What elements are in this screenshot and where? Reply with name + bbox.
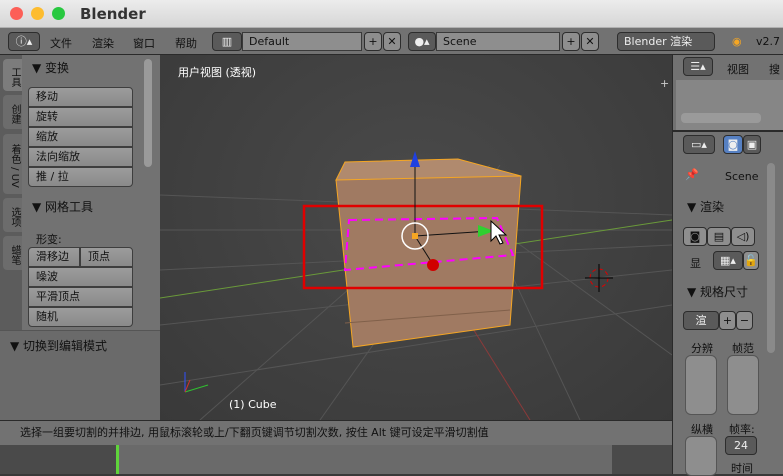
frame-range-label: 帧范: [732, 342, 754, 355]
toggle-edit-mode-header[interactable]: ▼ 切换到编辑模式: [10, 337, 107, 354]
tab-options[interactable]: 选项: [3, 198, 22, 232]
scene-breadcrumb: Scene: [725, 170, 759, 183]
move-button[interactable]: 移动: [28, 87, 133, 107]
tab-grease-pencil[interactable]: 蜡笔: [3, 236, 22, 270]
active-object-label: (1) Cube: [229, 398, 277, 411]
window-title: Blender: [80, 5, 146, 23]
render-layers-tab[interactable]: ▣: [743, 135, 761, 154]
layout-select[interactable]: Default: [242, 32, 362, 51]
aspect-label: 纵横: [691, 423, 713, 436]
rotate-button[interactable]: 旋转: [28, 107, 133, 127]
render-engine-select[interactable]: Blender 渲染: [617, 32, 715, 51]
tab-create[interactable]: 创建: [3, 95, 22, 129]
blender-logo-icon: ◉: [732, 35, 742, 48]
menu-file[interactable]: 文件: [50, 35, 72, 51]
frame-rate-label: 帧率:: [729, 423, 755, 436]
3d-viewport[interactable]: 用户视图 (透视) (1) Cube +: [159, 55, 673, 421]
audio-button[interactable]: ◁): [731, 227, 755, 246]
viewport-scene: [159, 151, 673, 421]
outliner-h-scrollbar[interactable]: [681, 113, 761, 123]
menu-render[interactable]: 渲染: [92, 35, 114, 51]
render-animation-button[interactable]: ▤: [707, 227, 731, 246]
tab-tools[interactable]: 工具: [3, 59, 22, 91]
edge-slide-button[interactable]: 滑移边: [28, 247, 80, 267]
pin-icon[interactable]: 📌: [685, 168, 699, 181]
axis-gizmo-icon: [184, 372, 209, 393]
randomize-button[interactable]: 随机: [28, 307, 133, 327]
status-bar: 选择一组要切割的并排边, 用鼠标滚轮或上/下翻页键调节切割次数, 按住 Alt …: [0, 420, 672, 445]
noise-button[interactable]: 噪波: [28, 267, 133, 287]
scene-icon[interactable]: ●▴: [408, 32, 436, 51]
display-select[interactable]: ▦▴: [713, 251, 743, 270]
aspect-fields[interactable]: [685, 436, 717, 476]
lock-interface-button[interactable]: 🔓: [743, 251, 759, 270]
tool-shelf-scrollbar[interactable]: [144, 59, 152, 167]
info-editor-type-button[interactable]: ⓘ▴: [8, 32, 40, 51]
frame-rate-select[interactable]: 24: [725, 436, 757, 455]
timeline[interactable]: [0, 445, 672, 474]
menu-bar: ⓘ▴ 文件 渲染 窗口 帮助 ▥ Default + ✕ ●▴ Scene + …: [0, 28, 783, 55]
layout-icon[interactable]: ▥: [212, 32, 242, 51]
scale-button[interactable]: 缩放: [28, 127, 133, 147]
outliner-search-menu[interactable]: 搜: [769, 61, 780, 77]
render-panel-header[interactable]: ▼ 渲染: [687, 198, 724, 215]
scene-select[interactable]: Scene: [436, 32, 560, 51]
right-panels: ☰▴ 视图 搜 ▭▴ ◙ ▣ 📌 Scene ▼ 渲染 ◙ ▤ ◁) 显 ▦▴ …: [672, 55, 783, 476]
presets-select[interactable]: 渲: [683, 311, 719, 330]
properties-editor-type-button[interactable]: ▭▴: [683, 135, 715, 154]
current-frame-marker[interactable]: [116, 445, 119, 474]
add-layout-button[interactable]: +: [364, 32, 382, 51]
view-label: 用户视图 (透视): [178, 66, 257, 79]
properties-scrollbar[interactable]: [767, 163, 775, 353]
vertex-slide-button[interactable]: 顶点: [80, 247, 133, 267]
render-image-button[interactable]: ◙: [683, 227, 707, 246]
version-label: v2.7: [756, 35, 781, 48]
deform-label: 形变:: [36, 233, 62, 246]
y-handle: [427, 259, 439, 271]
dimensions-panel-header[interactable]: ▼ 规格尺寸: [687, 283, 748, 300]
tab-shading-uv[interactable]: 着色 / UV: [3, 134, 22, 194]
zoom-button[interactable]: [52, 7, 65, 20]
tool-shelf: ▼ 变换 移动 旋转 缩放 法向缩放 推 / 拉 ▼ 网格工具 形变: 滑移边 …: [0, 55, 160, 420]
render-context-tab[interactable]: ◙: [723, 135, 743, 154]
close-button[interactable]: [10, 7, 23, 20]
push-pull-button[interactable]: 推 / 拉: [28, 167, 133, 187]
display-label: 显: [690, 257, 701, 270]
minimize-button[interactable]: [31, 7, 44, 20]
shrink-fatten-button[interactable]: 法向缩放: [28, 147, 133, 167]
z-arrow: [410, 151, 420, 167]
outliner-view-menu[interactable]: 视图: [727, 61, 749, 77]
transform-panel-header[interactable]: ▼ 变换: [32, 59, 69, 76]
mesh-tools-panel-header[interactable]: ▼ 网格工具: [32, 198, 93, 215]
add-region-icon[interactable]: +: [660, 77, 669, 90]
menu-window[interactable]: 窗口: [133, 35, 155, 51]
frame-range-fields[interactable]: [727, 355, 759, 415]
resolution-label: 分辨: [691, 342, 713, 355]
resolution-fields[interactable]: [685, 355, 717, 415]
title-bar: Blender: [0, 0, 783, 28]
outliner-editor-type-button[interactable]: ☰▴: [683, 57, 713, 76]
add-scene-button[interactable]: +: [562, 32, 580, 51]
add-preset-button[interactable]: +: [719, 311, 736, 330]
remove-scene-button[interactable]: ✕: [581, 32, 599, 51]
3d-cursor-icon: [585, 264, 613, 292]
menu-help[interactable]: 帮助: [175, 35, 197, 51]
remove-preset-button[interactable]: −: [736, 311, 753, 330]
remove-layout-button[interactable]: ✕: [383, 32, 401, 51]
smooth-vertex-button[interactable]: 平滑顶点: [28, 287, 133, 307]
